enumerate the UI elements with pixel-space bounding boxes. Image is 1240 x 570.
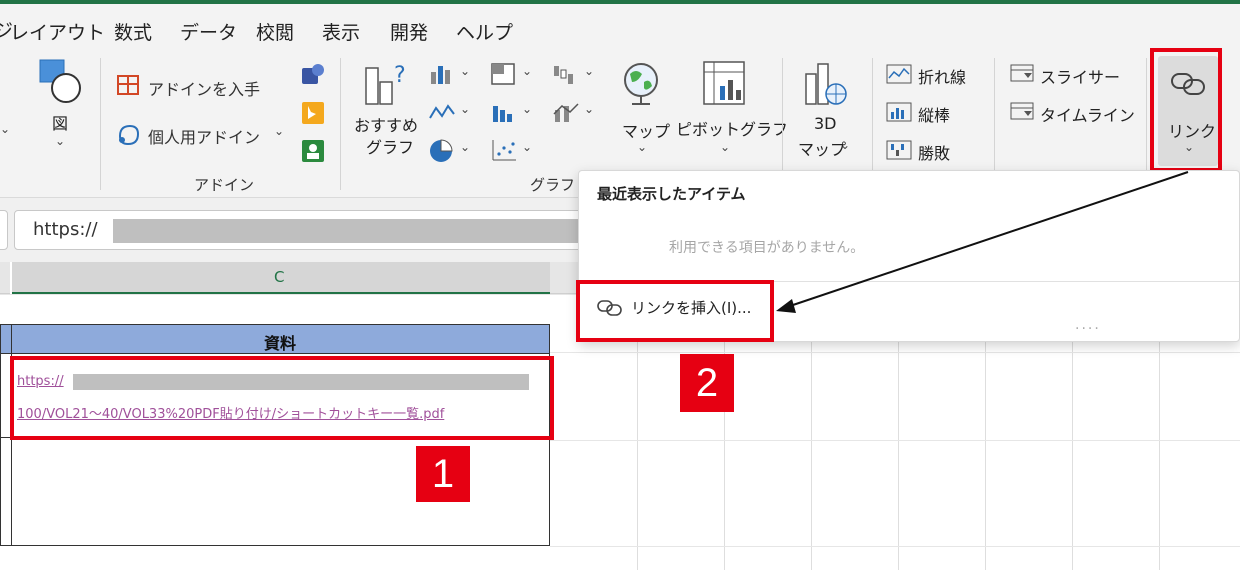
annotation-arrow	[776, 171, 1189, 313]
